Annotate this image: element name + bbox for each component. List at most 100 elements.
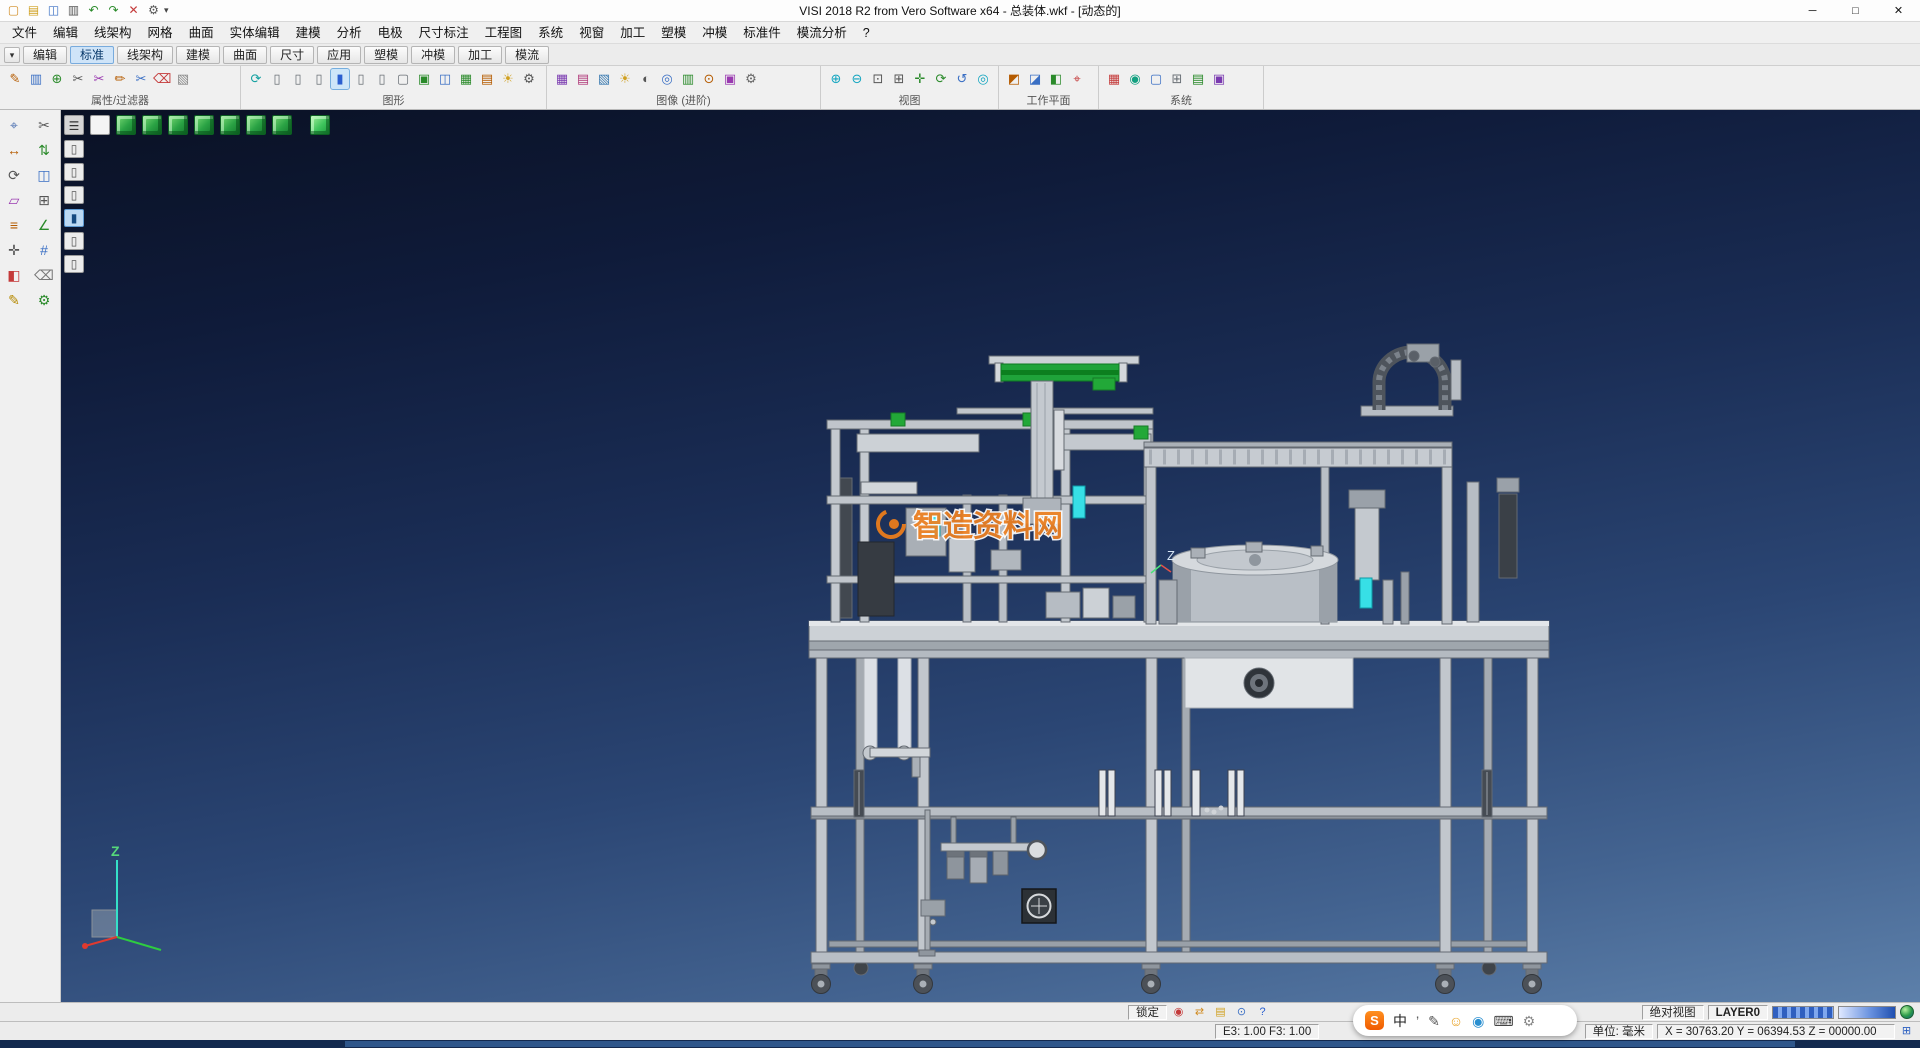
menu-edit[interactable]: 编辑	[45, 22, 86, 44]
sogou-logo[interactable]: S	[1365, 1011, 1384, 1030]
image-settings-icon[interactable]: ⚙	[742, 69, 760, 89]
render-sphere-icon[interactable]	[1900, 1005, 1914, 1019]
filter-meshes-icon[interactable]: ▯	[64, 255, 84, 273]
array-icon[interactable]: ⊞	[32, 189, 56, 211]
monitor-icon[interactable]: ▢	[1147, 69, 1165, 89]
view-left-icon[interactable]	[220, 115, 240, 135]
workplane-origin-icon[interactable]: ⌖	[1068, 69, 1086, 89]
options-gear-icon[interactable]: ⚙	[32, 289, 56, 311]
view-blank-icon[interactable]	[90, 115, 110, 135]
viewport-3d-scene[interactable]: Z 智造资料网 Z	[61, 110, 1920, 1002]
tab-flow[interactable]: 模流	[505, 46, 549, 64]
pin-icon[interactable]: ⊙	[1234, 1005, 1249, 1020]
tab-modeling[interactable]: 建模	[176, 46, 220, 64]
viewport-3d[interactable]: ☰ ▯▯▯▮▯▯	[61, 110, 1920, 1002]
edit-properties-icon[interactable]: ✎	[6, 69, 24, 89]
erase-icon[interactable]: ⌫	[153, 69, 171, 89]
menu-electrode[interactable]: 电极	[370, 22, 411, 44]
gallery-icon[interactable]: ▣	[721, 69, 739, 89]
undo-icon[interactable]: ↶	[85, 2, 102, 19]
folder-icon[interactable]: ▤	[1213, 1005, 1228, 1020]
box-shaded-icon[interactable]: ▣	[415, 69, 433, 89]
tab-apply[interactable]: 应用	[317, 46, 361, 64]
solids-group-icon[interactable]: ▦	[457, 69, 475, 89]
color-grid-icon[interactable]: ▦	[1105, 69, 1123, 89]
lock-toggle[interactable]: 锁定	[1128, 1005, 1167, 1020]
depth-color-bar[interactable]	[1838, 1006, 1896, 1019]
menu-die[interactable]: 冲模	[694, 22, 735, 44]
menu-standard-parts[interactable]: 标准件	[735, 22, 789, 44]
globe-icon[interactable]: ◉	[1126, 69, 1144, 89]
tab-standard[interactable]: 标准	[70, 46, 114, 64]
zoom-fit-icon[interactable]: ⊞	[890, 69, 908, 89]
view-right-icon[interactable]	[246, 115, 266, 135]
control-box[interactable]	[1185, 658, 1353, 708]
angle-icon[interactable]: ∠	[32, 214, 56, 236]
translate-icon[interactable]: ↔	[2, 139, 26, 161]
shadow-icon[interactable]: ◐	[637, 69, 655, 89]
menu-wireframe[interactable]: 线架构	[86, 22, 140, 44]
zoom-out-icon[interactable]: ⊖	[848, 69, 866, 89]
offset-icon[interactable]: ≡	[2, 214, 26, 236]
settings-icon[interactable]: ⚙	[145, 2, 162, 19]
trim-scissors-icon[interactable]: ✂	[32, 114, 56, 136]
swap-icon[interactable]: ⇅	[32, 139, 56, 161]
view-back-icon[interactable]	[194, 115, 214, 135]
previous-view-icon[interactable]: ↺	[953, 69, 971, 89]
qat-dropdown-icon[interactable]: ▾	[164, 5, 169, 16]
delete-icon[interactable]: ✕	[125, 2, 142, 19]
box-wireframe-icon[interactable]: ▢	[394, 69, 412, 89]
rotate-view-icon[interactable]: ⟳	[932, 69, 950, 89]
print-icon[interactable]: ▥	[65, 2, 82, 19]
rotate-icon[interactable]: ⟳	[2, 164, 26, 186]
mirror-icon[interactable]: ◫	[32, 164, 56, 186]
menu-drawing[interactable]: 工程图	[477, 22, 531, 44]
view-mode-indicator[interactable]: 绝对视图	[1642, 1005, 1704, 1020]
minimize-button[interactable]: ─	[1791, 0, 1834, 21]
filter-symbols-icon[interactable]: ▯	[64, 232, 84, 250]
select-arrow-icon[interactable]: ⌖	[2, 114, 26, 136]
ime-mode-chinese[interactable]: 中	[1393, 1012, 1407, 1030]
box-pair-icon[interactable]: ◫	[436, 69, 454, 89]
workplane-xy-icon[interactable]: ◩	[1005, 69, 1023, 89]
filter-solids-icon[interactable]: ▮	[64, 209, 84, 227]
active-layer-indicator[interactable]: LAYER0	[1708, 1005, 1768, 1020]
menu-flow-analysis[interactable]: 模流分析	[789, 22, 855, 44]
menu-system[interactable]: 系统	[530, 22, 571, 44]
cut-entity-icon[interactable]: ✂	[69, 69, 87, 89]
workplane-entity-icon[interactable]: ◧	[1047, 69, 1065, 89]
menu-surface[interactable]: 曲面	[181, 22, 222, 44]
mesh-box-icon[interactable]: ▤	[478, 69, 496, 89]
calculator-icon[interactable]: ⊞	[1168, 69, 1186, 89]
view-dynamic-icon[interactable]	[310, 115, 330, 135]
maximize-button[interactable]: □	[1834, 0, 1877, 21]
refresh-view-icon[interactable]: ⟳	[247, 69, 265, 89]
redraw-icon[interactable]: ◎	[974, 69, 992, 89]
tab-edit[interactable]: 编辑	[23, 46, 67, 64]
cable-carrier[interactable]	[1361, 344, 1461, 416]
layer-color-bar[interactable]	[1772, 1006, 1834, 1019]
trim-scissors-icon[interactable]: ✂	[90, 69, 108, 89]
view-iso-icon[interactable]	[116, 115, 136, 135]
ime-handwriting-icon[interactable]: ✎	[1428, 1012, 1440, 1030]
swap-mode-icon[interactable]: ⇄	[1192, 1005, 1207, 1020]
menu-window[interactable]: 视窗	[571, 22, 612, 44]
grid-settings-icon[interactable]: ⊞	[1899, 1024, 1914, 1039]
lamp-icon[interactable]: ☀	[616, 69, 634, 89]
menu-mould[interactable]: 塑模	[653, 22, 694, 44]
align-icon[interactable]: ✛	[2, 239, 26, 261]
render-image-icon[interactable]: ▦	[553, 69, 571, 89]
menu-help[interactable]: ?	[855, 22, 878, 44]
region-icon[interactable]: ◧	[2, 264, 26, 286]
casters[interactable]	[812, 964, 1542, 994]
record-icon[interactable]: ◉	[1171, 1005, 1186, 1020]
rotary-table[interactable]	[1172, 542, 1338, 622]
ime-emoji-icon[interactable]: ☺	[1449, 1012, 1463, 1030]
chip-icon[interactable]: ▣	[1210, 69, 1228, 89]
close-button[interactable]: ✕	[1877, 0, 1920, 21]
workplane-view-icon[interactable]: ◪	[1026, 69, 1044, 89]
menu-machining[interactable]: 加工	[612, 22, 653, 44]
tab-machining[interactable]: 加工	[458, 46, 502, 64]
snapshot-icon[interactable]: ⊙	[700, 69, 718, 89]
film-icon[interactable]: ▤	[574, 69, 592, 89]
